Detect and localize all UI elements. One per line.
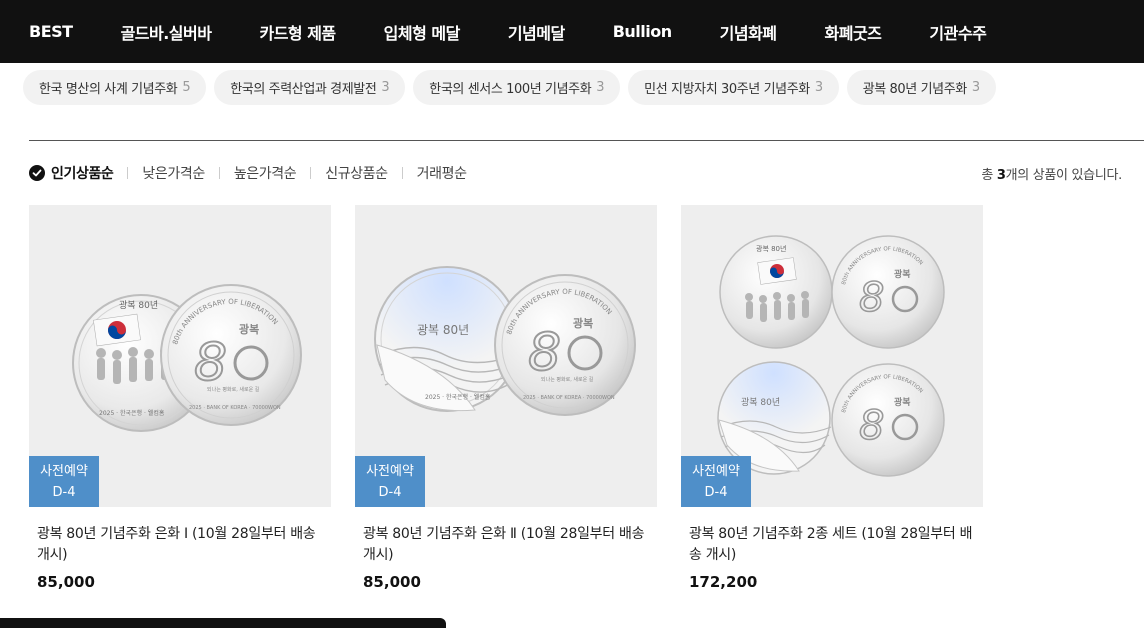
svg-text:8: 8: [859, 403, 884, 449]
category-chips: 한국 명산의 사계 기념주화 5 한국의 주력산업과 경제발전 3 한국의 센서…: [23, 70, 996, 105]
sort-newest[interactable]: 신규상품순: [325, 163, 388, 183]
sort-label: 인기상품순: [51, 166, 114, 182]
badge-dday: D-4: [52, 484, 76, 500]
svg-text:8: 8: [528, 323, 561, 383]
bottom-floating-bar[interactable]: [0, 618, 446, 628]
nav-3d-medal[interactable]: 입체형 메달: [384, 20, 461, 44]
chip-label: 한국의 주력산업과 경제발전: [230, 82, 377, 97]
product-card[interactable]: 광복 80년 2025 · 한국은행 · 웰컴홈 80th ANNIVERSAR…: [29, 205, 331, 591]
nav-commemorative-currency[interactable]: 기념화폐: [720, 20, 777, 44]
nav-card-products[interactable]: 카드형 제품: [259, 20, 336, 44]
chip-label: 한국의 센서스 100년 기념주화: [429, 82, 592, 97]
nav-bullion[interactable]: Bullion: [613, 22, 672, 41]
svg-text:되나는 평화로, 새로운 길: 되나는 평화로, 새로운 길: [207, 386, 260, 393]
badge-label: 사전예약: [366, 463, 414, 479]
sort-low-price[interactable]: 낮은가격순: [142, 163, 205, 183]
svg-text:2025 · 한국은행 · 웰컴홈: 2025 · 한국은행 · 웰컴홈: [99, 409, 165, 417]
nav-best[interactable]: BEST: [29, 22, 73, 41]
chip-label: 한국 명산의 사계 기념주화: [39, 82, 178, 97]
product-price: 172,200: [689, 573, 758, 591]
badge-label: 사전예약: [692, 463, 740, 479]
check-icon: [29, 165, 45, 181]
chip-count: 3: [381, 80, 390, 95]
chip-label: 광복 80년 기념주화: [862, 82, 968, 97]
total-number: 3: [996, 168, 1006, 183]
product-total-count: 총 3개의 상품이 있습니다.: [981, 164, 1122, 183]
chip-count: 3: [596, 80, 605, 95]
section-divider: [29, 140, 1144, 141]
svg-text:광복 80년: 광복 80년: [119, 299, 158, 311]
product-price: 85,000: [37, 573, 95, 591]
product-grid: 광복 80년 2025 · 한국은행 · 웰컴홈 80th ANNIVERSAR…: [29, 205, 983, 591]
chip-label: 민선 지방자치 30주년 기념주화: [644, 82, 810, 97]
sort-rating[interactable]: 거래평순: [417, 163, 467, 183]
sort-high-price[interactable]: 높은가격순: [234, 163, 297, 183]
svg-text:광복 80년: 광복 80년: [756, 244, 786, 253]
sort-separator: [310, 167, 312, 179]
nav-commemorative-medal[interactable]: 기념메달: [508, 20, 565, 44]
chip-count: 5: [182, 80, 191, 95]
product-card[interactable]: 광복 80년 2025 · 한국은행 · 웰컴홈 80th ANNIVERSAR…: [355, 205, 657, 591]
svg-text:광복: 광복: [894, 268, 911, 280]
preorder-badge: 사전예약 D-4: [29, 456, 99, 507]
svg-text:광복: 광복: [573, 316, 593, 330]
category-chip-active[interactable]: 광복 80년 기념주화 3: [846, 70, 996, 105]
total-prefix: 총: [981, 168, 997, 183]
category-chip[interactable]: 한국의 주력산업과 경제발전 3: [214, 70, 406, 105]
svg-text:광복: 광복: [894, 396, 911, 408]
nav-gold-silver-bar[interactable]: 골드바.실버바: [121, 20, 212, 44]
svg-text:광복 80년: 광복 80년: [741, 396, 780, 408]
svg-text:광복 80년: 광복 80년: [417, 323, 469, 337]
sort-bar: 인기상품순 낮은가격순 높은가격순 신규상품순 거래평순: [29, 163, 467, 183]
product-image[interactable]: 광복 80년 2025 · 한국은행 · 웰컴홈 80th ANNIVERSAR…: [29, 205, 331, 507]
preorder-badge: 사전예약 D-4: [355, 456, 425, 507]
product-name[interactable]: 광복 80년 기념주화 은화 Ⅰ (10월 28일부터 배송 개시): [29, 524, 331, 566]
svg-text:되나는 평화로, 새로운 길: 되나는 평화로, 새로운 길: [541, 376, 594, 383]
badge-dday: D-4: [378, 484, 402, 500]
preorder-badge: 사전예약 D-4: [681, 456, 751, 507]
product-price: 85,000: [363, 573, 421, 591]
product-card[interactable]: 광복 80년 80th ANNIVERSARY OF LIBERATION 광복…: [681, 205, 983, 591]
nav-institution-orders[interactable]: 기관수주: [929, 20, 986, 44]
sort-separator: [401, 167, 403, 179]
nav-currency-goods[interactable]: 화폐굿즈: [825, 20, 882, 44]
svg-text:2025 · BANK OF KOREA · 70000WO: 2025 · BANK OF KOREA · 70000WON: [523, 395, 615, 401]
product-name[interactable]: 광복 80년 기념주화 은화 Ⅱ (10월 28일부터 배송 개시): [355, 524, 657, 566]
main-nav: BEST 골드바.실버바 카드형 제품 입체형 메달 기념메달 Bullion …: [0, 0, 1144, 63]
badge-label: 사전예약: [40, 463, 88, 479]
badge-dday: D-4: [704, 484, 728, 500]
svg-text:8: 8: [859, 275, 884, 321]
chip-count: 3: [814, 80, 823, 95]
svg-text:8: 8: [194, 333, 227, 393]
chip-count: 3: [971, 80, 980, 95]
svg-text:광복: 광복: [239, 322, 259, 336]
category-chip[interactable]: 한국 명산의 사계 기념주화 5: [23, 70, 207, 105]
sort-separator: [218, 167, 220, 179]
sort-popular[interactable]: 인기상품순: [29, 163, 114, 183]
svg-text:2025 · BANK OF KOREA · 70000WO: 2025 · BANK OF KOREA · 70000WON: [189, 405, 281, 411]
category-chip[interactable]: 민선 지방자치 30주년 기념주화 3: [628, 70, 839, 105]
svg-text:2025 · 한국은행 · 웰컴홈: 2025 · 한국은행 · 웰컴홈: [425, 393, 491, 401]
product-name[interactable]: 광복 80년 기념주화 2종 세트 (10월 28일부터 배송 개시): [681, 524, 983, 566]
total-suffix: 개의 상품이 있습니다.: [1005, 168, 1123, 183]
sort-separator: [127, 167, 129, 179]
product-image[interactable]: 광복 80년 2025 · 한국은행 · 웰컴홈 80th ANNIVERSAR…: [355, 205, 657, 507]
category-chip[interactable]: 한국의 센서스 100년 기념주화 3: [413, 70, 621, 105]
product-image[interactable]: 광복 80년 80th ANNIVERSARY OF LIBERATION 광복…: [681, 205, 983, 507]
